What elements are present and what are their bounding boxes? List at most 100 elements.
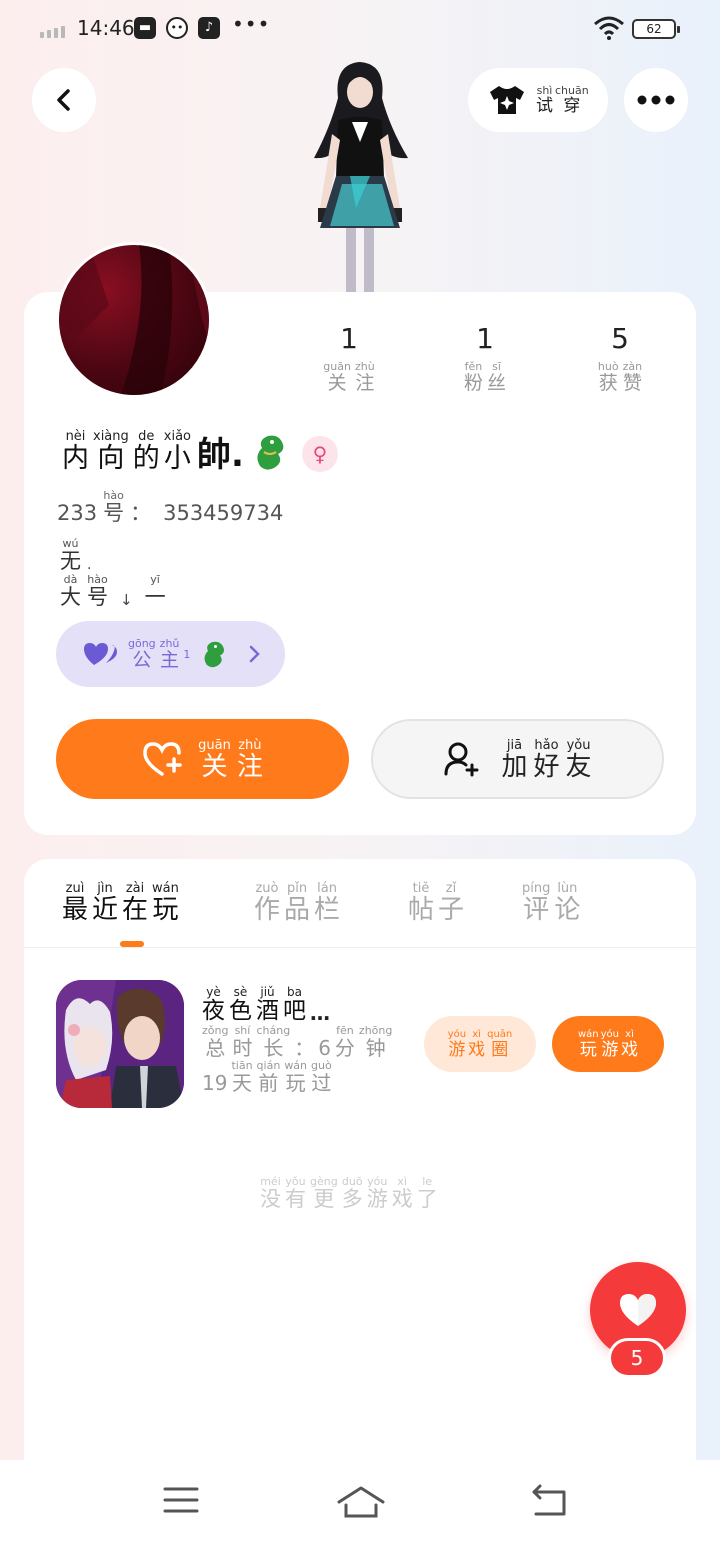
tab-recently-played[interactable]: zuì 最 jìn 近 zài 在 wán 玩 (62, 882, 179, 923)
heart-icon (620, 1294, 656, 1326)
pinyin-annotation: wán (152, 881, 179, 896)
stat-following-label: guān 关 zhù 注 (289, 361, 409, 393)
ruby-character: yī 一 (145, 574, 166, 608)
hanzi-character: 关 (327, 372, 347, 394)
hanzi-character: 戏 (621, 1039, 639, 1060)
pinyin-annotation: guò (311, 1059, 332, 1072)
hanzi-character: 的 (132, 443, 160, 474)
ruby-character: zhōng 钟 (359, 1025, 392, 1058)
more-options-button[interactable] (624, 68, 688, 132)
ruby-character: yóu 游 (600, 1028, 620, 1059)
ruby-character: de 的 (133, 430, 160, 472)
hanzi-character: 有 (285, 1187, 306, 1211)
hanzi-character: 酒 (256, 998, 279, 1024)
pinyin-annotation: jiā (506, 737, 523, 753)
game-playtime: zǒng 总 shí 时 cháng 长 ： 6 fēn 分 zhōng 钟 (202, 1025, 392, 1058)
hanzi-character: 天 (232, 1071, 252, 1095)
try-on-button[interactable]: shì 试 chuān 穿 (468, 68, 608, 132)
pinyin-annotation: ba (287, 985, 302, 999)
chevron-left-icon (57, 89, 70, 111)
bag-icon: ▬ (134, 17, 156, 39)
pinyin-annotation: sè (233, 985, 248, 999)
hanzi-character: 游 (448, 1039, 466, 1060)
pinyin-annotation: yǒu (285, 1175, 306, 1188)
tab-works[interactable]: zuò 作 pǐn 品 lán 栏 (254, 882, 340, 923)
ruby-character: tiě 帖 (408, 882, 434, 923)
account-id[interactable]: 233 hào 号 ： 353459734 (57, 490, 283, 524)
pinyin-annotation: jìn (97, 881, 113, 896)
game-last-played: 19 tiān 天 qián 前 wán 玩 guò 过 (202, 1060, 392, 1093)
pinyin-annotation: yóu (447, 1028, 467, 1040)
ruby-character: zǐ 子 (438, 882, 464, 923)
follow-button[interactable]: guān 关 zhù 注 (56, 719, 349, 799)
stat-followers[interactable]: 1 fěn 粉 sī 丝 (425, 322, 545, 393)
ruby-character: zài 在 (122, 882, 148, 923)
stat-likes[interactable]: 5 huò 获 zàn 赞 (560, 322, 680, 393)
pinyin-annotation: yè (206, 985, 221, 999)
title-badge[interactable]: gōng 公 zhǔ 主 1 (56, 621, 285, 687)
pinyin-annotation: xiǎo (163, 429, 191, 444)
pinyin-annotation: yóu (600, 1028, 620, 1040)
hanzi-character: 内 (62, 443, 89, 474)
ruby-character: yóu 游 (367, 1176, 388, 1210)
tab-posts[interactable]: tiě 帖 zǐ 子 (408, 882, 464, 923)
stat-following[interactable]: 1 guān 关 zhù 注 (289, 322, 409, 393)
music-icon: ♪ (198, 17, 220, 39)
add-friend-button[interactable]: jiā 加 hǎo 好 yǒu 友 (371, 719, 664, 799)
ruby-character: huò 获 (598, 361, 619, 393)
ruby-character: tiān 天 (231, 1060, 252, 1093)
more-dots-icon (637, 95, 675, 105)
cat-icon: •• (166, 17, 188, 39)
add-friend-label: jiā 加 hǎo 好 yǒu 友 (501, 739, 591, 780)
menu-icon[interactable] (162, 1484, 200, 1516)
pinyin-annotation: zhù (238, 737, 262, 753)
user-avatar[interactable] (56, 242, 212, 398)
battery-indicator: 62 (632, 19, 680, 39)
ruby-character: guò 过 (311, 1060, 332, 1093)
ruby-character: zuò 作 (254, 882, 280, 923)
hanzi-character: 向 (97, 443, 125, 474)
pinyin-annotation: dà (63, 573, 78, 586)
pinyin-annotation: hǎo (534, 737, 559, 753)
ruby-character: sī 丝 (487, 361, 506, 393)
ruby-character: xì 戏 (621, 1029, 639, 1060)
hanzi-character: 品 (284, 895, 311, 925)
back-nav-icon[interactable] (530, 1484, 570, 1518)
play-game-button[interactable]: wán 玩 yóu 游 xì 戏 (552, 1016, 664, 1072)
hanzi-character: 粉 (463, 372, 483, 394)
status-time: 14:46 (77, 16, 135, 40)
wifi-icon (594, 16, 624, 40)
pinyin-annotation: cháng (256, 1024, 291, 1037)
user-bio: wú 无 . dà 大 hào 号 ↓ yī 一 (60, 538, 166, 610)
ruby-character: xì 戏 (392, 1176, 413, 1210)
ruby-character: jìn 近 (92, 882, 118, 923)
stat-followers-count: 1 (476, 322, 494, 355)
pinyin-annotation: xì (472, 1028, 481, 1040)
tab-comments[interactable]: píng 评 lùn 论 (522, 882, 580, 923)
avatar-figure-image (314, 62, 408, 292)
pinyin-annotation: fēn (336, 1024, 354, 1037)
follow-label: guān 关 zhù 注 (198, 739, 263, 780)
pinyin-annotation: pǐn (286, 881, 308, 896)
hanzi-character: 穿 (563, 96, 581, 116)
pinyin-annotation: píng (522, 881, 551, 896)
ruby-character: qián 前 (257, 1060, 281, 1093)
ruby-character: pǐn 品 (284, 882, 310, 923)
back-button[interactable] (32, 68, 96, 132)
bio-arrow: ↓ (120, 591, 133, 609)
hanzi-character: 过 (311, 1071, 332, 1095)
ruby-character: nèi 内 (62, 430, 89, 472)
home-icon[interactable] (336, 1484, 386, 1520)
stat-likes-label: huò 获 zàn 赞 (560, 361, 680, 393)
ruby-character: duō 多 (342, 1176, 363, 1210)
ruby-character: sè 色 (229, 986, 252, 1023)
hanzi-character: 游 (366, 1187, 388, 1211)
ruby-character: le 了 (417, 1176, 438, 1210)
game-icon[interactable] (56, 980, 184, 1108)
game-circle-button[interactable]: yóu 游 xì 戏 quān 圈 (424, 1016, 536, 1072)
dragon-emoji-icon (257, 435, 284, 470)
tab-divider (24, 947, 696, 948)
game-list-item[interactable]: yè 夜 sè 色 jiǔ 酒 ba 吧 … zǒng 总 shí 时 cháng 长 ： 6… (56, 980, 668, 1110)
account-id-colon: ： (130, 501, 152, 525)
ruby-character: jiā 加 (501, 739, 527, 780)
